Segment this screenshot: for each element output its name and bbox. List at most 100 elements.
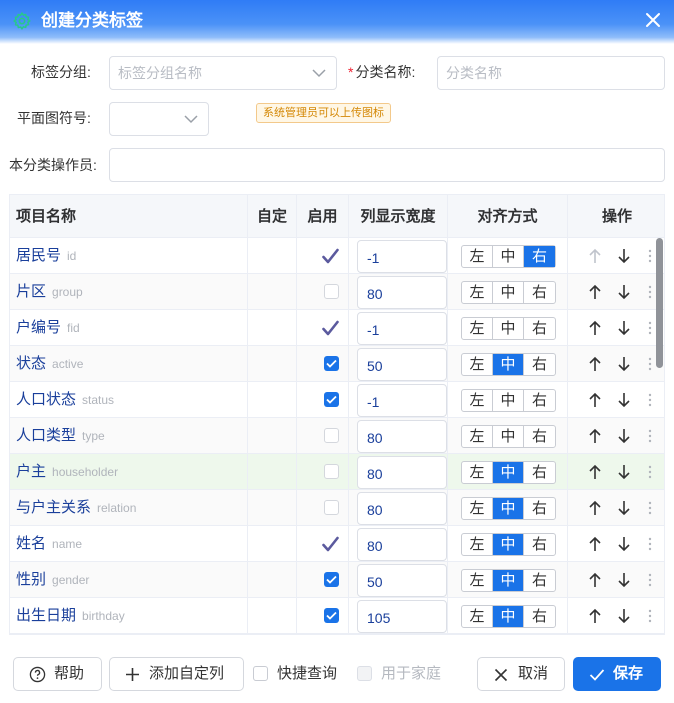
align-center-option[interactable]: 中	[493, 390, 524, 411]
align-right-option[interactable]: 右	[524, 462, 555, 483]
item-name[interactable]: 人口类型 type	[16, 426, 105, 446]
align-left-option[interactable]: 左	[462, 318, 493, 339]
arrow-down-icon[interactable]	[617, 572, 631, 588]
cancel-button[interactable]: 取消	[477, 657, 565, 691]
enabled-checkbox[interactable]	[324, 284, 339, 299]
align-left-option[interactable]: 左	[462, 354, 493, 375]
column-width-input[interactable]: 80	[357, 528, 447, 561]
item-name[interactable]: 户编号 fid	[16, 318, 80, 338]
align-center-option[interactable]: 中	[493, 498, 524, 519]
align-center-option[interactable]: 中	[493, 462, 524, 483]
enabled-checkbox[interactable]	[324, 428, 339, 443]
item-name[interactable]: 出生日期 birthday	[16, 606, 125, 626]
arrow-up-icon[interactable]	[588, 284, 602, 300]
arrow-up-icon[interactable]	[588, 608, 602, 624]
align-right-option[interactable]: 右	[524, 606, 555, 627]
more-vertical-icon[interactable]	[647, 572, 653, 588]
more-vertical-icon[interactable]	[647, 608, 653, 624]
align-left-option[interactable]: 左	[462, 282, 493, 303]
align-right-option[interactable]: 右	[524, 534, 555, 555]
arrow-up-icon[interactable]	[588, 536, 602, 552]
align-left-option[interactable]: 左	[462, 246, 493, 267]
align-right-option[interactable]: 右	[524, 282, 555, 303]
arrow-down-icon[interactable]	[617, 356, 631, 372]
column-width-input[interactable]: 80	[357, 456, 447, 489]
arrow-down-icon[interactable]	[617, 536, 631, 552]
align-left-option[interactable]: 左	[462, 570, 493, 591]
arrow-up-icon[interactable]	[588, 356, 602, 372]
more-vertical-icon[interactable]	[647, 356, 653, 372]
item-name[interactable]: 与户主关系 relation	[16, 498, 136, 518]
arrow-up-icon[interactable]	[588, 572, 602, 588]
more-vertical-icon[interactable]	[647, 320, 653, 336]
category-name-input[interactable]: 分类名称	[437, 56, 665, 90]
more-vertical-icon[interactable]	[647, 392, 653, 408]
arrow-up-icon[interactable]	[588, 500, 602, 516]
align-center-option[interactable]: 中	[493, 282, 524, 303]
arrow-down-icon[interactable]	[617, 428, 631, 444]
map-symbol-select[interactable]	[109, 102, 209, 136]
align-right-option[interactable]: 右	[524, 426, 555, 447]
align-center-option[interactable]: 中	[493, 570, 524, 591]
align-right-option[interactable]: 右	[524, 498, 555, 519]
more-vertical-icon[interactable]	[647, 500, 653, 516]
align-left-option[interactable]: 左	[462, 390, 493, 411]
align-center-option[interactable]: 中	[493, 246, 524, 267]
more-vertical-icon[interactable]	[647, 428, 653, 444]
column-width-input[interactable]: 80	[357, 276, 447, 309]
align-right-option[interactable]: 右	[524, 354, 555, 375]
save-button[interactable]: 保存	[573, 657, 661, 691]
table-scrollbar[interactable]	[656, 238, 663, 368]
align-right-option[interactable]: 右	[524, 570, 555, 591]
column-width-input[interactable]: 50	[357, 348, 447, 381]
item-name[interactable]: 居民号 id	[16, 246, 76, 266]
enabled-checkbox[interactable]	[324, 464, 339, 479]
close-icon[interactable]	[644, 11, 662, 29]
align-center-option[interactable]: 中	[493, 354, 524, 375]
more-vertical-icon[interactable]	[647, 284, 653, 300]
align-center-option[interactable]: 中	[493, 318, 524, 339]
more-vertical-icon[interactable]	[647, 536, 653, 552]
enabled-checkbox[interactable]	[324, 608, 339, 623]
item-name[interactable]: 姓名 name	[16, 534, 82, 554]
checkmark-icon[interactable]	[322, 320, 339, 337]
arrow-down-icon[interactable]	[617, 608, 631, 624]
column-width-input[interactable]: -1	[357, 384, 447, 417]
column-width-input[interactable]: -1	[357, 240, 447, 273]
align-center-option[interactable]: 中	[493, 426, 524, 447]
enabled-checkbox[interactable]	[324, 500, 339, 515]
operator-input[interactable]	[109, 148, 665, 182]
arrow-down-icon[interactable]	[617, 284, 631, 300]
arrow-up-icon[interactable]	[588, 392, 602, 408]
arrow-up-icon[interactable]	[588, 320, 602, 336]
align-center-option[interactable]: 中	[493, 606, 524, 627]
align-right-option[interactable]: 右	[524, 246, 555, 267]
item-name[interactable]: 户主 householder	[16, 462, 118, 482]
column-width-input[interactable]: 80	[357, 420, 447, 453]
enabled-checkbox[interactable]	[324, 356, 339, 371]
column-width-input[interactable]: 105	[357, 600, 447, 633]
arrow-down-icon[interactable]	[617, 248, 631, 264]
for-family-checkbox[interactable]	[357, 666, 372, 681]
arrow-down-icon[interactable]	[617, 320, 631, 336]
align-left-option[interactable]: 左	[462, 498, 493, 519]
align-right-option[interactable]: 右	[524, 318, 555, 339]
arrow-down-icon[interactable]	[617, 500, 631, 516]
help-button[interactable]: 帮助	[13, 657, 102, 691]
tag-group-select[interactable]: 标签分组名称	[109, 56, 337, 90]
item-name[interactable]: 性别 gender	[16, 570, 89, 590]
item-name[interactable]: 人口状态 status	[16, 390, 114, 410]
checkmark-icon[interactable]	[322, 248, 339, 265]
align-left-option[interactable]: 左	[462, 606, 493, 627]
align-center-option[interactable]: 中	[493, 534, 524, 555]
quick-query-checkbox[interactable]	[253, 666, 268, 681]
add-custom-column-button[interactable]: 添加自定列	[109, 657, 244, 691]
align-right-option[interactable]: 右	[524, 390, 555, 411]
align-left-option[interactable]: 左	[462, 534, 493, 555]
align-left-option[interactable]: 左	[462, 462, 493, 483]
column-width-input[interactable]: 80	[357, 492, 447, 525]
enabled-checkbox[interactable]	[324, 572, 339, 587]
checkmark-icon[interactable]	[322, 536, 339, 553]
item-name[interactable]: 片区 group	[16, 282, 83, 302]
arrow-up-icon[interactable]	[588, 464, 602, 480]
